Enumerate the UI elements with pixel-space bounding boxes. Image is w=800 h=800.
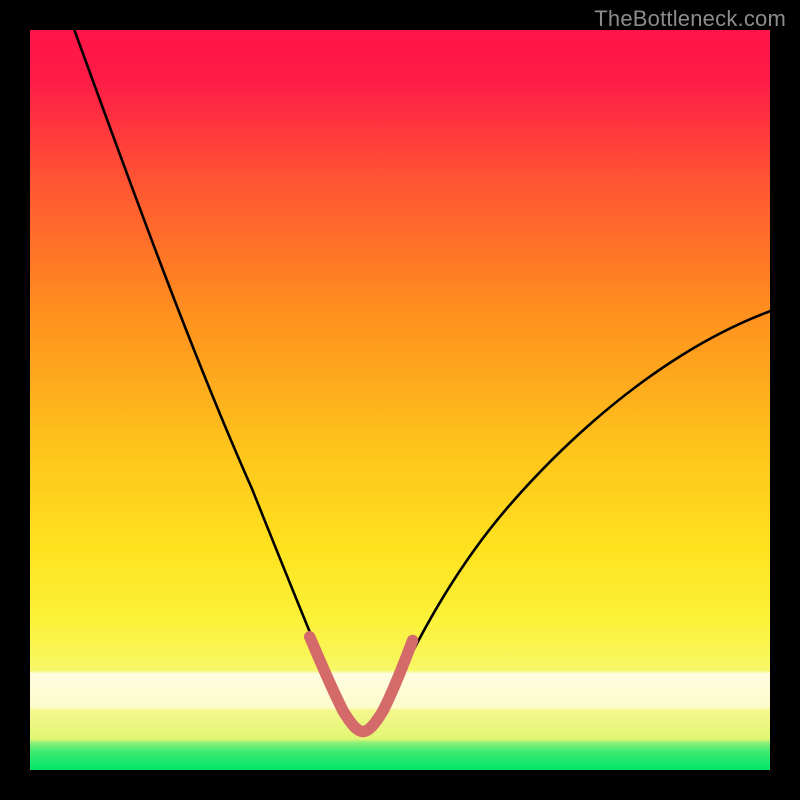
gradient-background bbox=[30, 30, 770, 770]
chart-stage: TheBottleneck.com bbox=[0, 0, 800, 800]
watermark-text: TheBottleneck.com bbox=[594, 6, 786, 32]
plot-area bbox=[30, 30, 770, 770]
plot-svg bbox=[30, 30, 770, 770]
